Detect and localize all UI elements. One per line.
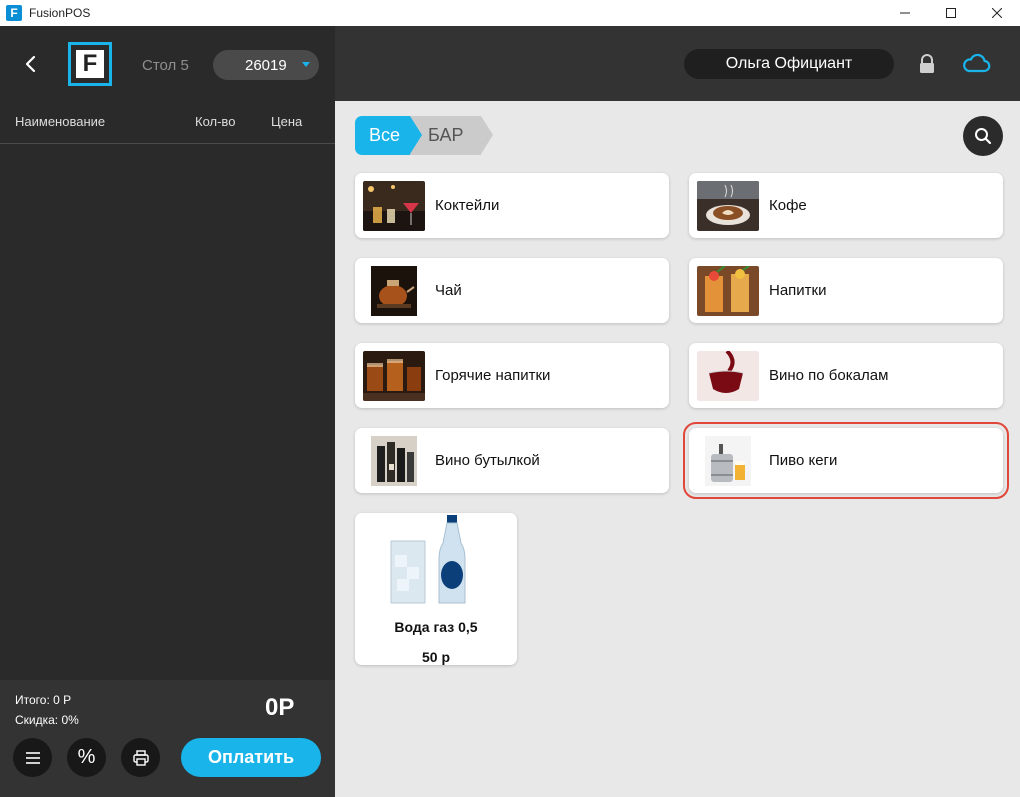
category-coffee[interactable]: Кофе bbox=[689, 173, 1003, 238]
category-thumbnail bbox=[363, 435, 425, 486]
category-cocktails[interactable]: Коктейли bbox=[355, 173, 669, 238]
category-label: Коктейли bbox=[435, 197, 500, 214]
back-button[interactable] bbox=[18, 52, 42, 76]
column-name: Наименование bbox=[15, 114, 106, 129]
category-tea[interactable]: Чай bbox=[355, 258, 669, 323]
close-window-button[interactable] bbox=[974, 0, 1020, 26]
cocktail-image-icon bbox=[363, 180, 425, 231]
maximize-icon bbox=[946, 8, 956, 18]
grand-total: 0Р bbox=[265, 694, 295, 721]
maximize-button[interactable] bbox=[928, 0, 974, 26]
water-bottle-image-icon bbox=[390, 515, 466, 604]
category-thumbnail bbox=[697, 435, 759, 486]
product-price: 50 р bbox=[421, 649, 450, 665]
product-name: Вода газ 0,5 bbox=[394, 619, 478, 635]
category-wine-glass[interactable]: Вино по бокалам bbox=[689, 343, 1003, 408]
breadcrumb-all[interactable]: Все bbox=[355, 116, 423, 155]
chevron-left-icon bbox=[25, 55, 36, 73]
catalog-area: Все БАР Коктейли Кофе Чай Напитки Горячи… bbox=[335, 101, 1020, 797]
category-thumbnail bbox=[697, 265, 759, 316]
hamburger-icon bbox=[25, 751, 40, 764]
category-thumbnail bbox=[697, 180, 759, 231]
hot-drinks-image-icon bbox=[363, 350, 425, 401]
order-number: 26019 bbox=[245, 56, 287, 74]
category-thumbnail bbox=[697, 350, 759, 401]
wine-bottle-image-icon bbox=[363, 435, 425, 486]
category-label: Кофе bbox=[769, 197, 807, 214]
menu-button[interactable] bbox=[13, 738, 52, 777]
table-label: Стол 5 bbox=[142, 57, 189, 74]
category-label: Чай bbox=[435, 282, 462, 299]
category-drinks[interactable]: Напитки bbox=[689, 258, 1003, 323]
percent-icon: % bbox=[77, 746, 96, 768]
category-thumbnail bbox=[363, 180, 425, 231]
brand-logo: F bbox=[68, 42, 112, 86]
category-wine-bottle[interactable]: Вино бутылкой bbox=[355, 428, 669, 493]
order-columns-header: Наименование Кол-во Цена bbox=[0, 100, 335, 144]
order-number-select[interactable]: 26019 bbox=[213, 50, 319, 80]
discount-button[interactable]: % bbox=[67, 738, 106, 777]
category-thumbnail bbox=[363, 265, 425, 316]
tea-image-icon bbox=[363, 265, 425, 316]
discount-label: Скидка: 0% bbox=[15, 713, 79, 727]
category-label: Пиво кеги bbox=[769, 452, 838, 469]
window-title: FusionPOS bbox=[29, 6, 91, 20]
category-hot-drinks[interactable]: Горячие напитки bbox=[355, 343, 669, 408]
close-icon bbox=[992, 8, 1002, 18]
user-button[interactable]: Ольга Официант bbox=[684, 49, 894, 79]
drinks-image-icon bbox=[697, 265, 759, 316]
lock-icon[interactable] bbox=[918, 54, 936, 74]
total-label: Итого: 0 Р bbox=[15, 693, 72, 707]
top-bar: Ольга Официант bbox=[335, 26, 1020, 101]
order-panel: F Стол 5 26019 Наименование Кол-во Цена … bbox=[0, 26, 335, 797]
minimize-icon bbox=[900, 12, 910, 14]
wine-glass-image-icon bbox=[697, 350, 759, 401]
pay-button[interactable]: Оплатить bbox=[181, 738, 321, 777]
app-logo-icon: F bbox=[6, 5, 22, 21]
beer-keg-image-icon bbox=[697, 435, 759, 486]
title-bar: F FusionPOS bbox=[0, 0, 1020, 26]
category-label: Вино бутылкой bbox=[435, 452, 540, 469]
search-icon bbox=[975, 128, 992, 145]
printer-icon bbox=[132, 749, 149, 766]
column-price: Цена bbox=[271, 114, 303, 129]
order-footer: Итого: 0 Р Скидка: 0% 0Р % Оплатить bbox=[0, 680, 335, 797]
category-label: Горячие напитки bbox=[435, 367, 551, 384]
product-card[interactable]: Вода газ 0,5 50 р bbox=[355, 513, 517, 665]
search-button[interactable] bbox=[963, 116, 1003, 156]
category-label: Напитки bbox=[769, 282, 827, 299]
cloud-icon[interactable] bbox=[961, 52, 991, 74]
category-label: Вино по бокалам bbox=[769, 367, 889, 384]
category-thumbnail bbox=[363, 350, 425, 401]
coffee-image-icon bbox=[697, 180, 759, 231]
window-controls bbox=[882, 0, 1020, 26]
breadcrumb: Все БАР bbox=[355, 116, 494, 155]
print-button[interactable] bbox=[121, 738, 160, 777]
minimize-button[interactable] bbox=[882, 0, 928, 26]
brand-logo-icon: F bbox=[76, 50, 104, 78]
column-qty: Кол-во bbox=[195, 114, 236, 129]
caret-down-icon bbox=[302, 62, 310, 67]
category-beer-kegs[interactable]: Пиво кеги bbox=[683, 422, 1009, 499]
